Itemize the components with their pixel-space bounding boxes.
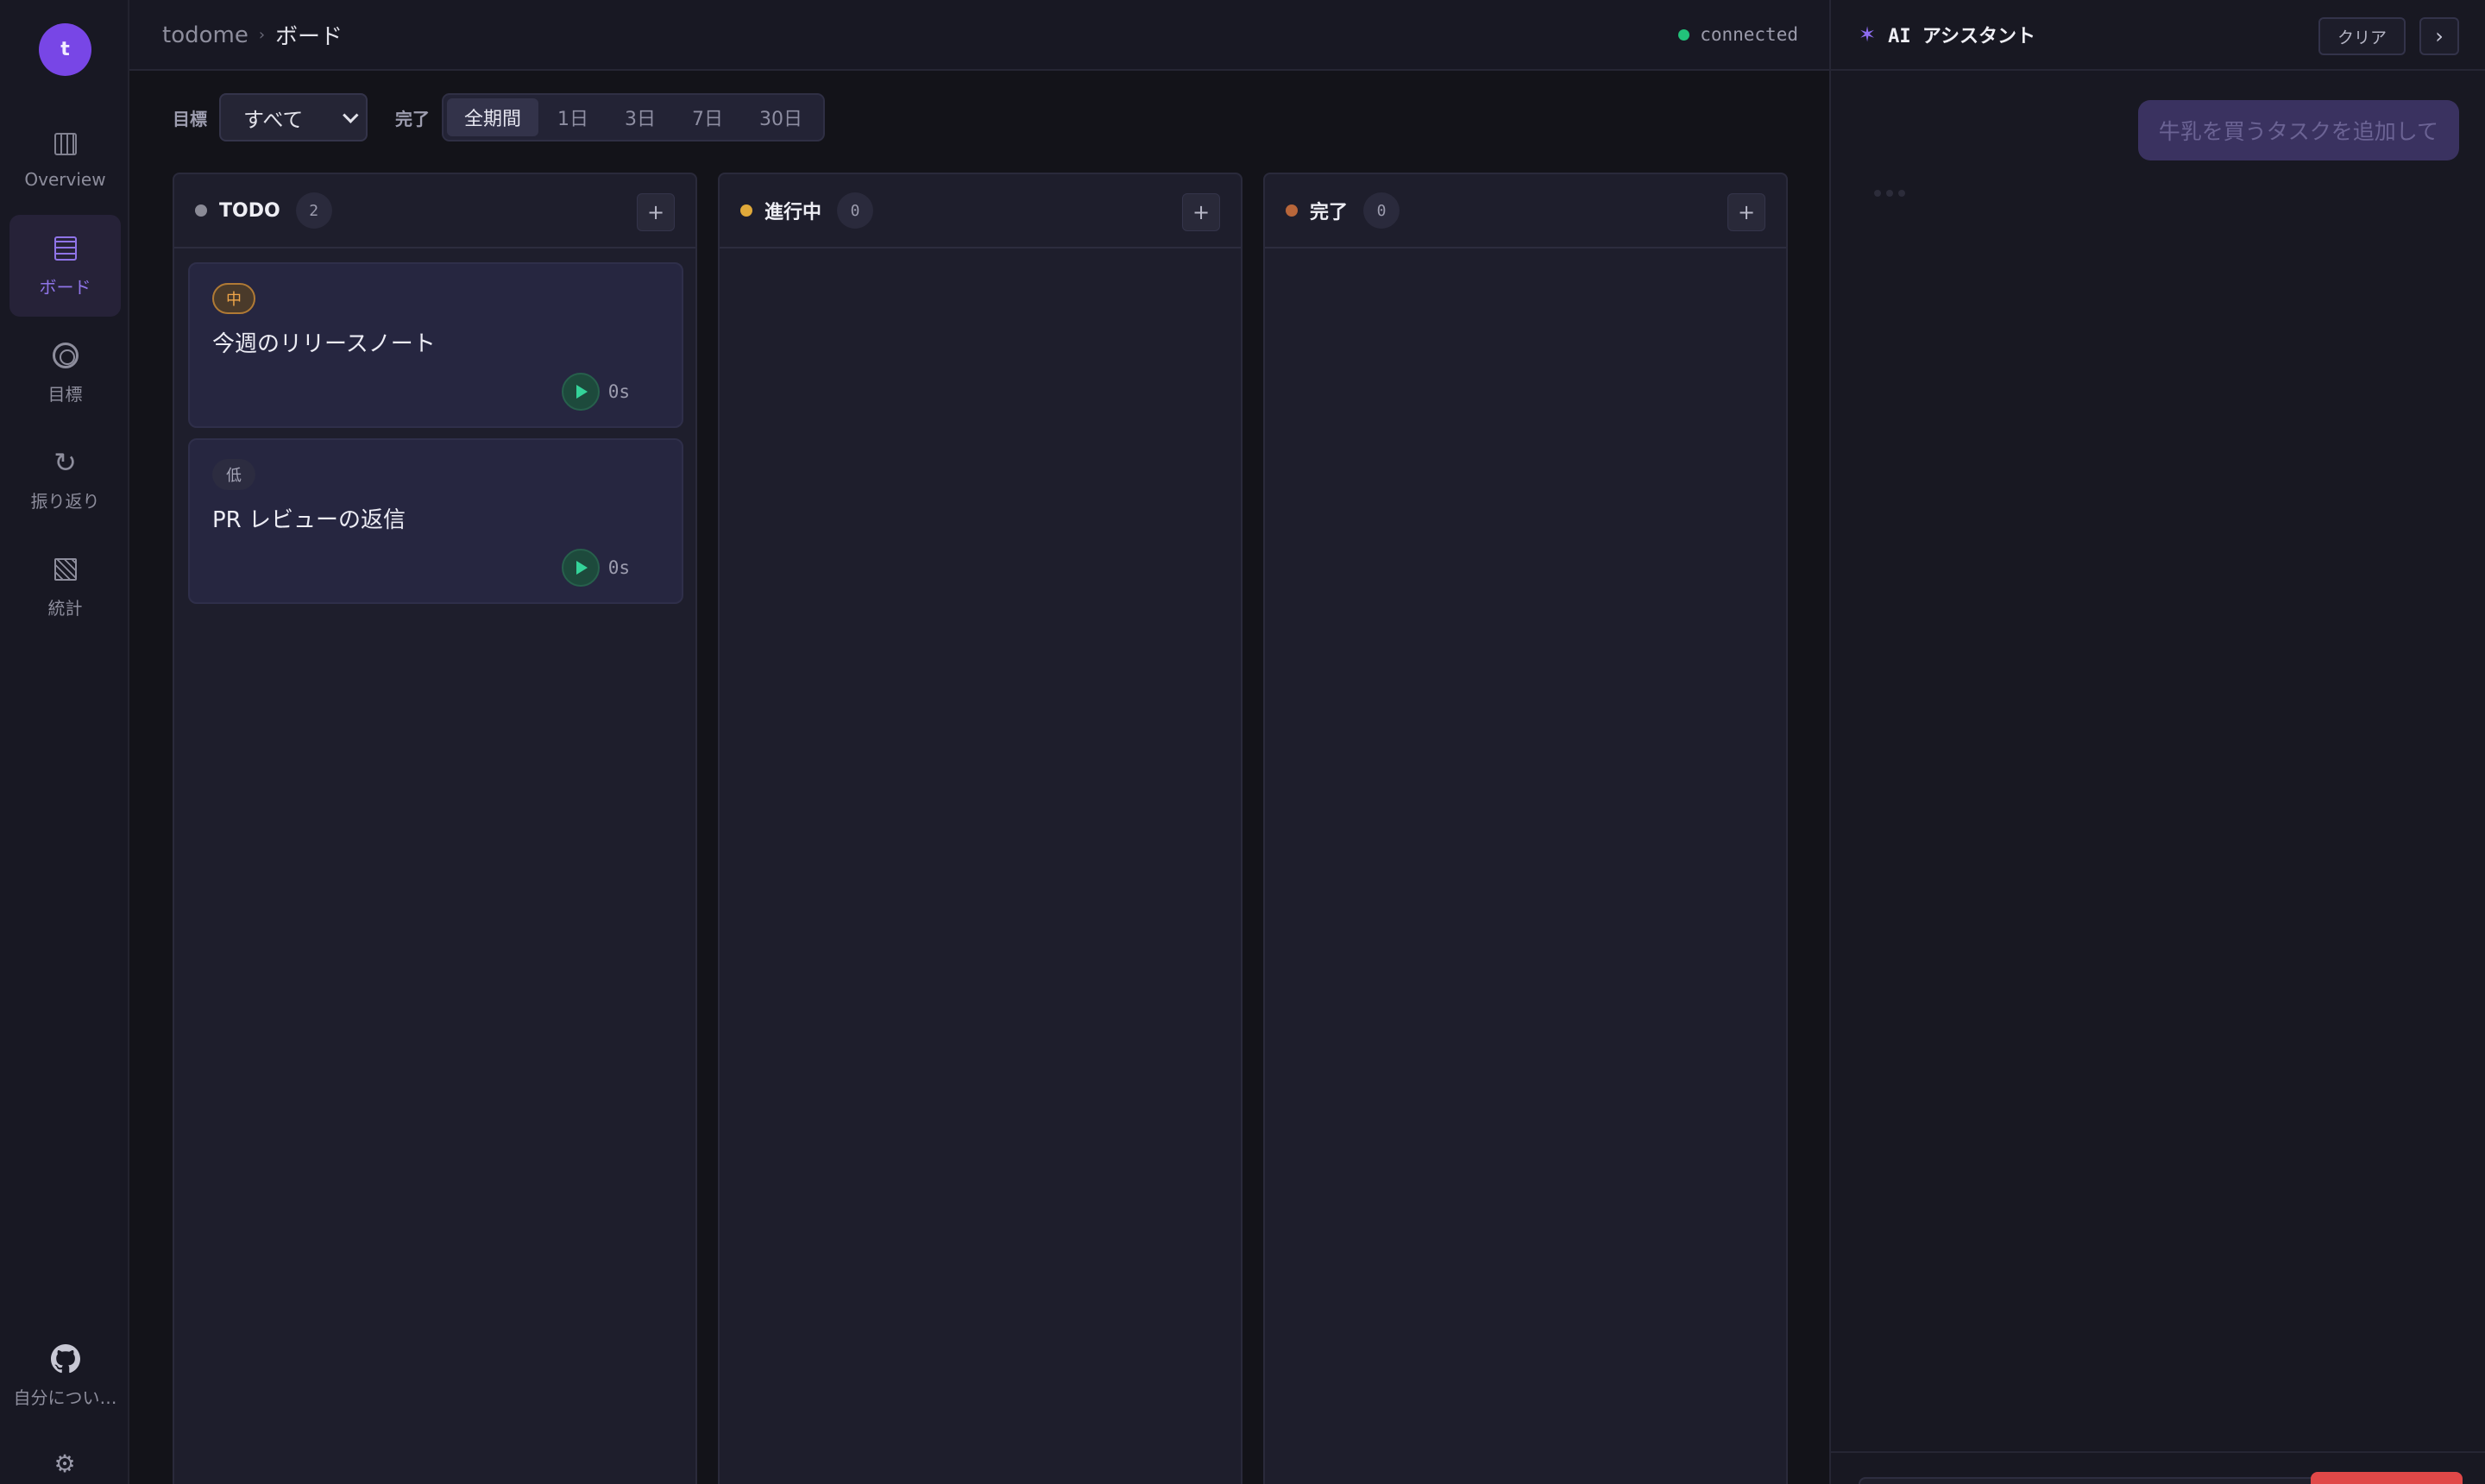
sidebar-item-board[interactable]: ボード <box>9 215 121 317</box>
sparkle-icon: ✶ <box>1859 22 1877 47</box>
ai-panel-title: AI アシスタント <box>1888 26 2035 47</box>
stats-icon <box>51 555 80 584</box>
refresh-icon: ↻ <box>53 445 77 479</box>
filter-bar: 目標 すべて 完了 全期間 1日 3日 7日 30日 <box>173 93 826 141</box>
goal-select-value: すべて <box>243 107 304 132</box>
ai-panel-header: ✶ AI アシスタント クリア › <box>1831 0 2485 71</box>
add-task-button[interactable]: + <box>637 193 675 231</box>
overview-grid-icon <box>51 129 80 159</box>
page-title: ボード <box>275 24 343 50</box>
board-icon <box>51 234 80 263</box>
goal-filter-label: 目標 <box>173 108 207 129</box>
user-message-bubble: 牛乳を買うタスクを追加して <box>2137 100 2459 160</box>
sidebar-item-label: 統計 <box>47 597 83 619</box>
topbar: todome › ボード connected <box>129 0 1829 71</box>
breadcrumb: todome › ボード <box>162 19 343 51</box>
sidebar-item-about[interactable]: 自分につい… <box>9 1325 121 1427</box>
chat-composer <box>1831 1451 2485 1484</box>
period-30d[interactable]: 30日 <box>742 98 820 136</box>
play-icon[interactable] <box>561 549 600 587</box>
ai-assistant-panel: ✶ AI アシスタント クリア › 牛乳を買うタスクを追加して <box>1829 0 2485 1484</box>
period-segmented-control: 全期間 1日 3日 7日 30日 <box>442 93 826 141</box>
column-status-dot <box>740 204 752 217</box>
breadcrumb-home[interactable]: todome <box>162 22 248 48</box>
column-status-dot <box>1286 204 1298 217</box>
sidebar-item-label: 目標 <box>47 383 83 405</box>
period-3d[interactable]: 3日 <box>607 98 673 136</box>
priority-badge: 低 <box>212 459 255 490</box>
target-icon <box>51 341 80 370</box>
github-icon <box>50 1343 80 1374</box>
column-header: 進行中 0 + <box>720 174 1241 248</box>
goal-select[interactable]: すべて <box>219 93 368 141</box>
add-task-button[interactable]: + <box>1727 193 1765 231</box>
column-title: TODO <box>219 199 280 222</box>
task-card[interactable]: 低 PR レビューの返信 0s <box>188 438 683 604</box>
column-title: 進行中 <box>764 202 822 223</box>
period-all[interactable]: 全期間 <box>447 98 539 136</box>
send-button[interactable] <box>2311 1472 2463 1484</box>
timer-value: 0s <box>607 381 630 402</box>
breadcrumb-separator-icon: › <box>258 26 266 44</box>
sidebar-item-label: Overview <box>24 169 106 190</box>
column-header: TODO 2 + <box>174 174 695 248</box>
task-title: PR レビューの返信 <box>212 507 406 533</box>
typing-indicator <box>1874 190 1905 197</box>
sidebar-item-goals[interactable]: 目標 <box>9 322 121 424</box>
gear-icon[interactable]: ⚙ <box>0 1449 129 1478</box>
column-count-badge: 2 <box>295 192 332 229</box>
sidebar-item-label: 自分につい… <box>13 1387 117 1408</box>
task-card[interactable]: 中 今週のリリースノート 0s <box>188 262 683 428</box>
column-count-badge: 0 <box>1363 192 1400 229</box>
connection-status: connected <box>1678 24 1798 45</box>
task-timer: 0s <box>561 549 630 587</box>
task-title: 今週のリリースノート <box>212 331 436 357</box>
period-1d[interactable]: 1日 <box>540 98 606 136</box>
connection-status-text: connected <box>1700 24 1798 45</box>
period-7d[interactable]: 7日 <box>675 98 740 136</box>
sidebar-item-stats[interactable]: 統計 <box>9 536 121 638</box>
column-title: 完了 <box>1310 202 1349 223</box>
clear-chat-button[interactable]: クリア <box>2318 17 2406 55</box>
column-count-badge: 0 <box>837 192 874 229</box>
column-in-progress: 進行中 0 + <box>718 173 1242 1484</box>
app-root: t Overview ボード 目標 ↻ 振り返り 統計 自分につい… ⚙ tod… <box>0 0 2485 1484</box>
sidebar-item-label: ボード <box>39 276 91 298</box>
priority-badge: 中 <box>212 283 255 314</box>
column-status-dot <box>195 204 207 217</box>
sidebar-item-retrospective[interactable]: ↻ 振り返り <box>9 429 121 531</box>
add-task-button[interactable]: + <box>1182 193 1220 231</box>
sidebar-item-overview[interactable]: Overview <box>9 109 121 211</box>
task-timer: 0s <box>561 373 630 411</box>
column-todo: TODO 2 + 中 今週のリリースノート 0s 低 PR レビューの返信 0s <box>173 173 697 1484</box>
sidebar-item-label: 振り返り <box>30 490 100 512</box>
play-icon[interactable] <box>561 373 600 411</box>
status-dot-icon <box>1678 28 1690 41</box>
chevron-down-icon <box>343 106 359 123</box>
sidebar: t Overview ボード 目標 ↻ 振り返り 統計 自分につい… ⚙ <box>0 0 129 1484</box>
chat-input[interactable] <box>1859 1477 2325 1484</box>
timer-value: 0s <box>607 557 630 578</box>
column-done: 完了 0 + <box>1263 173 1788 1484</box>
column-header: 完了 0 + <box>1265 174 1786 248</box>
done-filter-label: 完了 <box>395 108 430 129</box>
chevron-right-icon[interactable]: › <box>2419 17 2459 55</box>
avatar[interactable]: t <box>39 23 91 76</box>
